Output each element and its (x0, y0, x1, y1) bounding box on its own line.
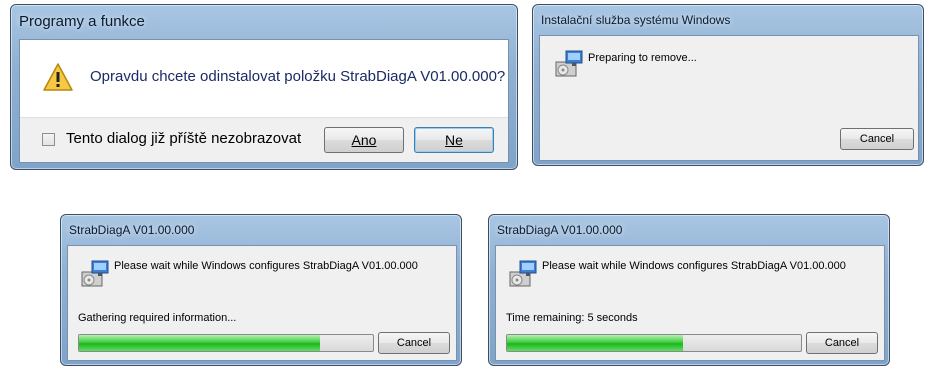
configure-message: Please wait while Windows configures Str… (542, 260, 846, 272)
progress-fill (507, 335, 684, 351)
progress-fill (79, 335, 321, 351)
cancel-button-label: Cancel (396, 337, 432, 349)
installer-icon (509, 260, 537, 287)
dialog-title: Instalační služba systému Windows (541, 13, 731, 27)
cancel-button[interactable]: Cancel (806, 332, 878, 354)
installer-icon (81, 260, 109, 287)
status-text: Gathering required information... (78, 312, 237, 324)
dialog-title: StrabDiagA V01.00.000 (497, 223, 623, 237)
no-button-label: Ne (445, 132, 463, 148)
dont-show-again-checkbox[interactable] (42, 133, 55, 146)
warning-icon (43, 63, 73, 91)
status-text: Time remaining: 5 seconds (506, 312, 638, 324)
progress-bar (78, 334, 374, 352)
confirm-message: Opravdu chcete odinstalovat položku Stra… (90, 68, 506, 85)
dialog-client-area: Preparing to remove... Cancel (539, 35, 919, 161)
cancel-button[interactable]: Cancel (378, 332, 450, 354)
configure-dialog-gathering: StrabDiagA V01.00.000 Please wait while … (60, 214, 462, 366)
uninstall-confirm-dialog: Programy a funkce Opravdu chcete odinsta… (10, 4, 518, 170)
dialog-client-area: Please wait while Windows configures Str… (67, 245, 457, 361)
installer-service-dialog: Instalační služba systému Windows Prepar… (532, 4, 924, 166)
yes-button-label: Ano (351, 132, 377, 148)
progress-bar (506, 334, 802, 352)
dont-show-again-label[interactable]: Tento dialog již příště nezobrazovat (66, 130, 301, 147)
cancel-button-label: Cancel (824, 337, 860, 349)
installer-icon (555, 50, 583, 77)
configure-message: Please wait while Windows configures Str… (114, 260, 418, 272)
dialog-client-area: Opravdu chcete odinstalovat položku Stra… (19, 39, 509, 163)
configure-dialog-time-remaining: StrabDiagA V01.00.000 Please wait while … (488, 214, 890, 366)
cancel-button[interactable]: Cancel (840, 128, 914, 150)
dialog-client-area: Please wait while Windows configures Str… (495, 245, 885, 361)
dialog-title: StrabDiagA V01.00.000 (69, 223, 195, 237)
cancel-button-label: Cancel (859, 133, 895, 145)
no-button[interactable]: Ne (414, 127, 494, 153)
yes-button[interactable]: Ano (324, 127, 404, 153)
status-text: Preparing to remove... (588, 52, 697, 64)
dialog-footer: Tento dialog již příště nezobrazovat Ano… (20, 117, 508, 162)
dialog-title: Programy a funkce (19, 13, 145, 30)
